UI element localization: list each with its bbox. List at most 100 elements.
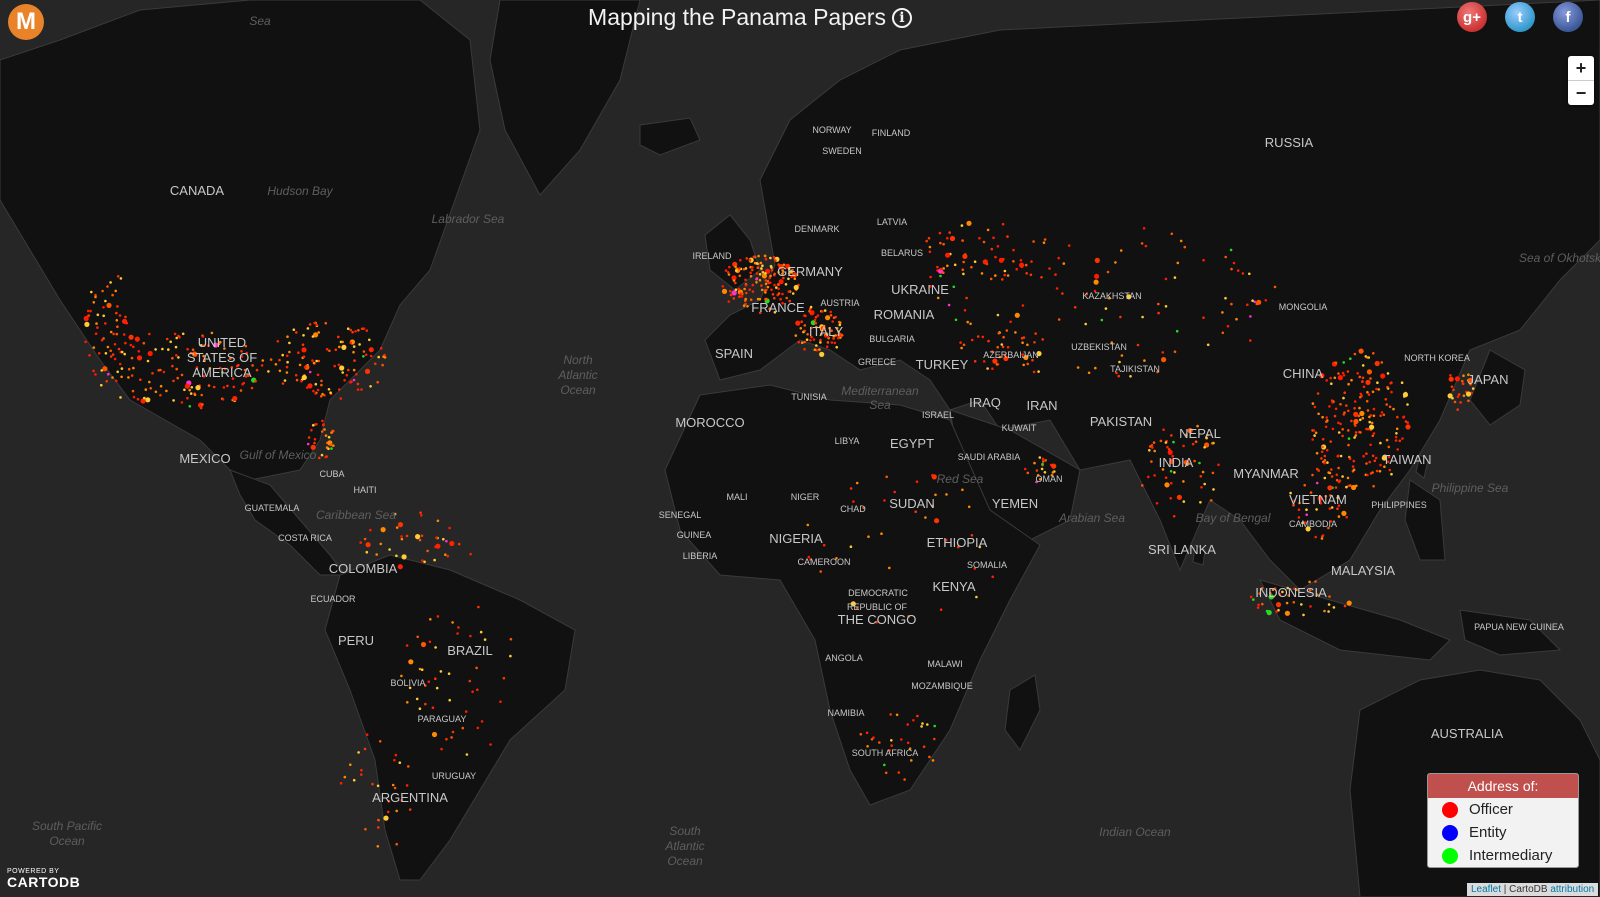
address-dot[interactable] [147, 350, 153, 357]
address-dot[interactable] [1142, 227, 1146, 230]
address-dot[interactable] [749, 271, 752, 275]
address-dot[interactable] [174, 345, 178, 349]
address-dot[interactable] [360, 768, 363, 772]
address-dot[interactable] [1106, 270, 1110, 274]
address-dot[interactable] [92, 346, 96, 349]
address-dot[interactable] [890, 739, 893, 742]
address-dot[interactable] [186, 396, 189, 400]
address-dot[interactable] [1153, 449, 1156, 453]
address-dot[interactable] [377, 355, 381, 359]
address-dot[interactable] [1256, 606, 1260, 609]
address-dot[interactable] [338, 388, 341, 391]
address-dot[interactable] [775, 286, 778, 289]
address-dot[interactable] [189, 392, 193, 395]
address-dot[interactable] [927, 236, 931, 240]
address-dot[interactable] [1471, 387, 1475, 390]
address-dot[interactable] [1320, 450, 1324, 454]
address-dot[interactable] [1198, 461, 1201, 465]
address-dot[interactable] [816, 314, 820, 317]
address-dot[interactable] [483, 638, 487, 641]
address-dot[interactable] [177, 334, 180, 338]
address-dot[interactable] [994, 255, 997, 259]
address-dot[interactable] [1172, 440, 1175, 444]
address-dot[interactable] [1456, 395, 1460, 399]
address-dot[interactable] [436, 615, 440, 618]
address-dot[interactable] [281, 353, 285, 357]
address-dot[interactable] [369, 354, 373, 358]
address-dot[interactable] [1379, 463, 1382, 467]
address-dot[interactable] [1003, 273, 1006, 277]
address-dot[interactable] [849, 487, 853, 490]
address-dot[interactable] [1347, 443, 1350, 447]
address-dot[interactable] [1019, 262, 1025, 268]
address-dot[interactable] [1176, 261, 1180, 265]
address-dot[interactable] [406, 701, 409, 704]
address-dot[interactable] [397, 564, 403, 570]
address-dot[interactable] [362, 350, 366, 353]
address-dot[interactable] [1330, 468, 1333, 471]
address-dot[interactable] [991, 367, 994, 371]
address-dot[interactable] [1341, 434, 1344, 438]
address-dot[interactable] [1164, 277, 1168, 281]
address-dot[interactable] [165, 389, 168, 393]
address-dot[interactable] [1030, 260, 1033, 263]
address-dot[interactable] [428, 640, 432, 644]
address-dot[interactable] [1038, 456, 1042, 459]
address-dot[interactable] [755, 272, 759, 275]
address-dot[interactable] [1104, 307, 1108, 310]
address-dot[interactable] [281, 382, 285, 385]
address-dot[interactable] [758, 278, 762, 282]
address-dot[interactable] [772, 255, 776, 259]
address-dot[interactable] [829, 310, 833, 314]
address-dot[interactable] [343, 775, 347, 779]
address-dot[interactable] [376, 784, 380, 788]
address-dot[interactable] [795, 320, 801, 326]
address-dot[interactable] [735, 269, 738, 273]
address-dot[interactable] [333, 364, 337, 368]
address-dot[interactable] [301, 343, 305, 347]
address-dot[interactable] [800, 341, 804, 345]
address-dot[interactable] [360, 388, 363, 391]
address-dot[interactable] [1057, 318, 1061, 321]
address-dot[interactable] [1354, 424, 1357, 427]
address-dot[interactable] [405, 534, 409, 538]
address-dot[interactable] [963, 309, 967, 312]
address-dot[interactable] [966, 320, 969, 324]
address-dot[interactable] [433, 558, 436, 562]
address-dot[interactable] [727, 300, 731, 303]
address-dot[interactable] [1346, 600, 1352, 606]
address-dot[interactable] [1358, 348, 1364, 354]
address-dot[interactable] [742, 268, 746, 271]
address-dot[interactable] [1454, 376, 1460, 382]
address-dot[interactable] [1155, 502, 1159, 505]
address-dot[interactable] [324, 434, 328, 437]
address-dot[interactable] [239, 389, 243, 392]
address-dot[interactable] [369, 528, 372, 532]
address-dot[interactable] [300, 379, 303, 383]
address-dot[interactable] [1456, 408, 1459, 411]
address-dot[interactable] [321, 419, 324, 423]
address-dot[interactable] [221, 398, 225, 401]
address-dot[interactable] [1353, 407, 1356, 410]
address-dot[interactable] [352, 778, 356, 782]
address-dot[interactable] [232, 385, 236, 389]
address-dot[interactable] [1248, 272, 1251, 276]
address-dot[interactable] [1179, 239, 1183, 243]
address-dot[interactable] [1361, 364, 1365, 367]
address-dot[interactable] [329, 443, 333, 447]
address-dot[interactable] [1025, 272, 1028, 275]
address-dot[interactable] [308, 370, 312, 374]
address-dot[interactable] [330, 447, 333, 450]
address-dot[interactable] [1012, 248, 1015, 252]
address-dot[interactable] [884, 771, 888, 775]
address-dot[interactable] [1337, 466, 1340, 470]
address-dot[interactable] [1033, 461, 1036, 465]
address-dot[interactable] [737, 287, 741, 291]
address-dot[interactable] [803, 324, 807, 327]
address-dot[interactable] [393, 758, 396, 762]
address-dot[interactable] [1275, 602, 1282, 608]
address-dot[interactable] [797, 340, 800, 344]
address-dot[interactable] [922, 745, 926, 748]
address-dot[interactable] [502, 676, 506, 680]
address-dot[interactable] [111, 353, 115, 356]
